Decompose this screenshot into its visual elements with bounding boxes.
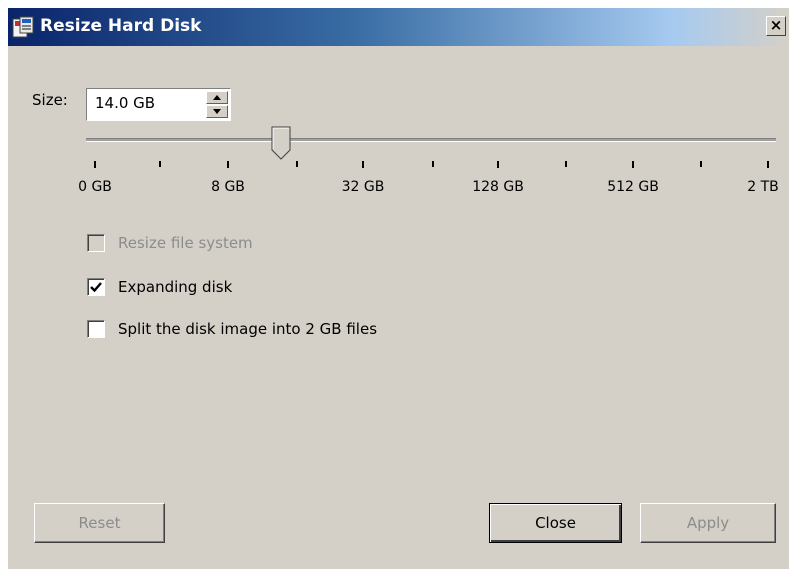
arrow-down-icon	[213, 109, 221, 114]
split-disk-checkbox[interactable]	[87, 320, 105, 338]
size-slider-thumb[interactable]	[271, 126, 291, 160]
close-button[interactable]: Close	[489, 503, 622, 543]
size-value[interactable]: 14.0 GB	[95, 94, 155, 112]
slider-tick	[565, 161, 567, 167]
tick-label: 128 GB	[472, 179, 524, 195]
slider-tick	[497, 161, 499, 168]
title-bar[interactable]: Resize Hard Disk ×	[8, 8, 789, 46]
arrow-up-icon	[213, 95, 221, 100]
slider-tick	[700, 161, 702, 167]
tick-label: 0 GB	[78, 179, 112, 195]
apply-button[interactable]: Apply	[640, 503, 776, 543]
spin-buttons	[206, 91, 228, 118]
resize-hard-disk-dialog: Resize Hard Disk × Size: 14.0 GB 0 GB 8 …	[8, 8, 789, 569]
tick-label: 32 GB	[341, 179, 385, 195]
size-label: Size:	[32, 91, 68, 109]
close-window-button[interactable]: ×	[766, 16, 786, 36]
close-icon: ×	[769, 16, 783, 34]
slider-tick	[227, 161, 229, 168]
slider-tick	[159, 161, 161, 167]
slider-tick	[632, 161, 634, 168]
expanding-disk-label[interactable]: Expanding disk	[118, 278, 232, 296]
tick-label: 8 GB	[211, 179, 245, 195]
resize-file-system-checkbox	[87, 234, 105, 252]
size-spinbox[interactable]: 14.0 GB	[86, 88, 231, 121]
checkmark-icon	[90, 282, 102, 293]
slider-tick	[767, 161, 769, 168]
spin-up-button[interactable]	[206, 91, 228, 104]
slider-tick	[362, 161, 364, 168]
split-disk-label[interactable]: Split the disk image into 2 GB files	[118, 320, 377, 338]
resize-file-system-option: Resize file system	[87, 234, 487, 254]
window-title: Resize Hard Disk	[40, 16, 202, 36]
slider-tick	[432, 161, 434, 167]
size-slider-track[interactable]	[86, 138, 776, 142]
split-disk-option[interactable]: Split the disk image into 2 GB files	[87, 320, 487, 340]
expanding-disk-checkbox[interactable]	[87, 278, 105, 296]
tick-label: 512 GB	[607, 179, 659, 195]
tick-label: 2 TB	[747, 179, 779, 195]
slider-tick	[94, 161, 96, 168]
expanding-disk-option[interactable]: Expanding disk	[87, 278, 487, 298]
reset-button[interactable]: Reset	[34, 503, 165, 543]
disk-app-icon	[12, 16, 34, 38]
spin-down-button[interactable]	[206, 105, 228, 118]
slider-tick	[296, 161, 298, 167]
resize-file-system-label: Resize file system	[118, 234, 253, 252]
